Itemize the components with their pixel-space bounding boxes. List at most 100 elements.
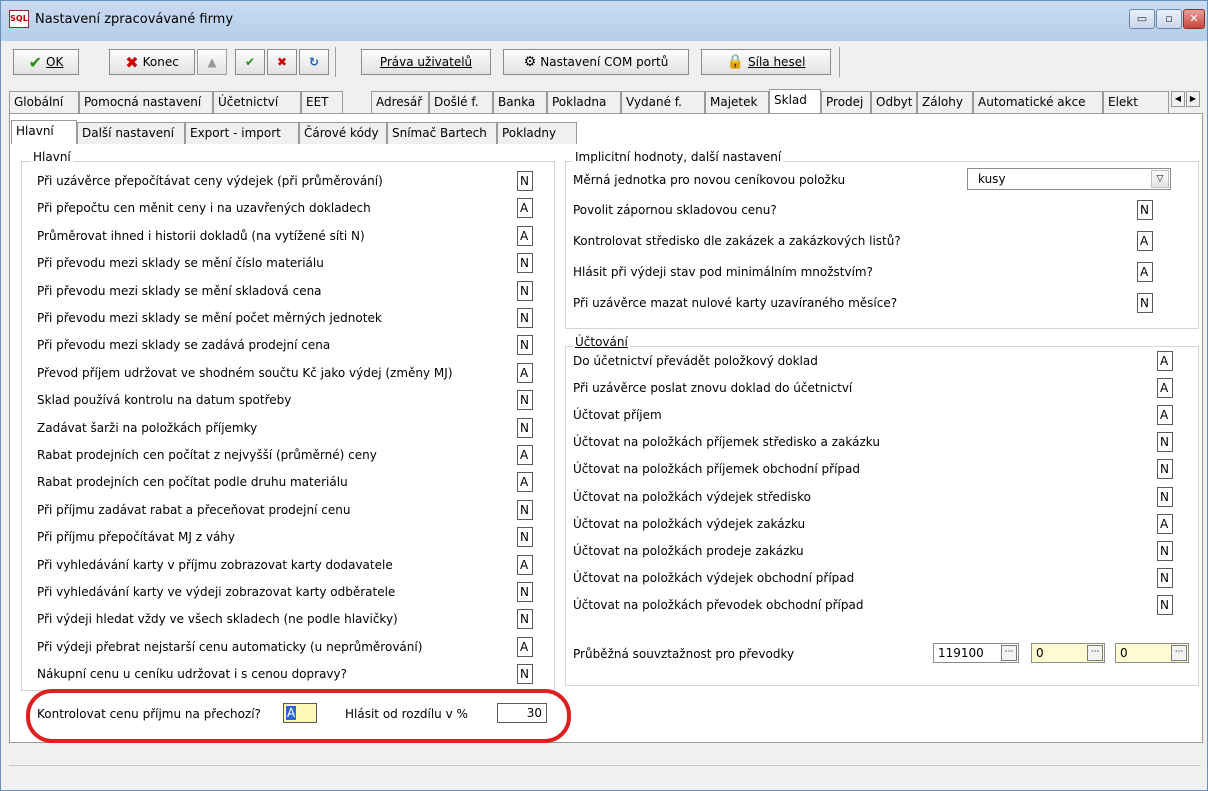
setting-value-field[interactable]: A bbox=[517, 472, 533, 493]
setting-label: Při příjmu přepočítávat MJ z váhy bbox=[37, 530, 236, 545]
ellipsis-icon[interactable]: ··· bbox=[1001, 645, 1017, 661]
setting-label: Při výdeji přebrat nejstarší cenu automa… bbox=[37, 639, 423, 654]
tab-banka[interactable]: Banka bbox=[493, 91, 547, 113]
prubezna-field-1[interactable]: 119100 ··· bbox=[933, 643, 1019, 663]
setting-value-field[interactable]: N bbox=[1157, 459, 1173, 480]
setting-value-field[interactable]: N bbox=[1157, 432, 1173, 453]
subtab-dalsi-nastaveni[interactable]: Další nastavení bbox=[77, 122, 185, 144]
prubezna-field-2[interactable]: 0 ··· bbox=[1031, 643, 1105, 663]
tab-pokladna[interactable]: Pokladna bbox=[547, 91, 621, 113]
setting-value-field[interactable]: N bbox=[517, 335, 533, 356]
setting-label: Převod příjem udržovat ve shodném součtu… bbox=[37, 365, 453, 380]
tab-elekt[interactable]: Elekt bbox=[1103, 91, 1169, 113]
prubezna-field-3[interactable]: 0 ··· bbox=[1115, 643, 1189, 663]
kontrolovat-value: A bbox=[286, 706, 297, 720]
tab-zalohy[interactable]: Zálohy bbox=[917, 91, 973, 113]
setting-value-field[interactable]: N bbox=[1157, 540, 1173, 561]
setting-label: Při převodu mezi sklady se mění číslo ma… bbox=[37, 256, 324, 271]
setting-value-field[interactable]: A bbox=[1137, 262, 1153, 282]
setting-value-field[interactable]: A bbox=[1157, 405, 1173, 426]
kontrolovat-label: Kontrolovat cenu příjmu na přechozí? bbox=[37, 707, 261, 721]
com-ports-button[interactable]: ⚙ Nastavení COM portů bbox=[503, 49, 689, 75]
setting-value-field[interactable]: N bbox=[517, 499, 533, 520]
merna-jednotka-select[interactable]: kusy ▽ bbox=[967, 168, 1171, 190]
setting-label: Při vyhledávání karty ve výdeji zobrazov… bbox=[37, 585, 396, 599]
setting-label: Zadávat šarži na položkách příjemky bbox=[37, 420, 258, 435]
confirm-button[interactable]: ✔ bbox=[235, 49, 265, 75]
setting-value-field[interactable]: N bbox=[517, 171, 533, 191]
tab-vydane-f[interactable]: Vydané f. bbox=[621, 91, 705, 113]
maximize-button[interactable]: ▫ bbox=[1156, 9, 1182, 29]
setting-value-field[interactable]: N bbox=[517, 390, 533, 411]
setting-value-field[interactable]: N bbox=[517, 609, 533, 630]
setting-value-field[interactable]: N bbox=[517, 664, 533, 685]
setting-value-field[interactable]: N bbox=[517, 417, 533, 438]
tabs-scroll-right-icon[interactable]: ▶ bbox=[1186, 91, 1200, 107]
setting-value-field[interactable]: N bbox=[1157, 594, 1173, 615]
setting-value-field[interactable]: A bbox=[517, 554, 533, 575]
move-up-button[interactable]: ▲ bbox=[197, 49, 227, 75]
setting-value-field[interactable]: N bbox=[517, 582, 533, 602]
setting-value-field[interactable]: N bbox=[1137, 200, 1153, 220]
subtab-pokladny[interactable]: Pokladny bbox=[497, 122, 577, 144]
tab-dosle-f[interactable]: Došlé f. bbox=[429, 91, 493, 113]
subtab-hlavni[interactable]: Hlavní bbox=[11, 120, 77, 144]
setting-value-field[interactable]: N bbox=[1157, 567, 1173, 588]
tab-adresar[interactable]: Adresář bbox=[371, 91, 429, 113]
close-button[interactable]: ✕ bbox=[1183, 9, 1205, 29]
app-logo-icon: SQL bbox=[9, 10, 29, 28]
tab-globalni[interactable]: Globální bbox=[9, 91, 79, 113]
tab-sklad[interactable]: Sklad bbox=[769, 89, 821, 113]
title-bar[interactable]: SQL Nastavení zpracovávané firmy ▭ ▫ ✕ bbox=[1, 1, 1207, 41]
setting-label: Při uzávěrce mazat nulové karty uzavíran… bbox=[573, 296, 898, 310]
konec-label: Konec bbox=[142, 55, 179, 69]
ellipsis-icon[interactable]: ··· bbox=[1087, 645, 1103, 661]
setting-value-field[interactable]: N bbox=[517, 280, 533, 301]
subtab-snimac-bartech[interactable]: Snímač Bartech bbox=[387, 122, 497, 144]
ok-button[interactable]: ✔ OK bbox=[13, 49, 79, 75]
setting-value-field[interactable]: A bbox=[1157, 378, 1173, 399]
tab-ucetnictvi[interactable]: Účetnictví bbox=[213, 91, 301, 113]
setting-label: Povolit zápornou skladovou cenu? bbox=[573, 203, 777, 217]
konec-button[interactable]: ✖ Konec bbox=[109, 49, 195, 75]
toolbar-separator bbox=[335, 47, 336, 77]
setting-value-field[interactable]: A bbox=[517, 636, 533, 657]
minimize-button[interactable]: ▭ bbox=[1129, 9, 1155, 29]
ellipsis-icon[interactable]: ··· bbox=[1171, 645, 1187, 661]
setting-value-field[interactable]: A bbox=[517, 198, 533, 219]
lock-icon: 🔒 bbox=[726, 54, 744, 70]
setting-value-field[interactable]: N bbox=[517, 253, 533, 274]
setting-label: Sklad používá kontrolu na datum spotřeby bbox=[37, 393, 292, 408]
tab-pomocna-nastaveni[interactable]: Pomocná nastavení bbox=[79, 91, 213, 113]
tab-majetek[interactable]: Majetek bbox=[705, 91, 769, 113]
setting-value-field[interactable]: A bbox=[517, 225, 533, 246]
chevron-down-icon[interactable]: ▽ bbox=[1151, 170, 1169, 188]
sila-label: Síla hesel bbox=[748, 55, 806, 69]
setting-value-field[interactable]: N bbox=[1137, 293, 1153, 313]
tab-prodej[interactable]: Prodej bbox=[821, 91, 871, 113]
kontrolovat-field[interactable]: A bbox=[283, 703, 317, 723]
tab-automaticke-akce[interactable]: Automatické akce bbox=[973, 91, 1103, 113]
setting-value-field[interactable]: N bbox=[517, 527, 533, 548]
setting-value-field[interactable]: A bbox=[1157, 513, 1173, 534]
tab-eet[interactable]: EET bbox=[301, 91, 343, 113]
tab-odbyt[interactable]: Odbyt bbox=[871, 91, 917, 113]
cancel-button[interactable]: ✖ bbox=[267, 49, 297, 75]
setting-label: Do účetnictví převádět položkový doklad bbox=[573, 354, 818, 368]
prava-label: Práva uživatelů bbox=[379, 55, 473, 69]
tabs-scroll-left-icon[interactable]: ◀ bbox=[1171, 91, 1185, 107]
prubezna-value-2: 0 bbox=[1036, 646, 1044, 660]
refresh-button[interactable]: ↻ bbox=[299, 49, 329, 75]
subtab-export-import[interactable]: Export - import bbox=[185, 122, 299, 144]
setting-value-field[interactable]: A bbox=[517, 362, 533, 383]
hlasit-field[interactable]: 30 bbox=[497, 703, 547, 723]
setting-label: Hlásit při výdeji stav pod minimálním mn… bbox=[573, 265, 873, 279]
subtab-carove-kody[interactable]: Čárové kódy bbox=[299, 122, 387, 144]
setting-value-field[interactable]: A bbox=[1137, 231, 1153, 251]
setting-value-field[interactable]: N bbox=[517, 308, 533, 328]
setting-value-field[interactable]: A bbox=[1157, 351, 1173, 371]
setting-value-field[interactable]: N bbox=[1157, 486, 1173, 507]
prava-uzivatelu-button[interactable]: Práva uživatelů bbox=[361, 49, 491, 75]
sila-hesel-button[interactable]: 🔒 Síla hesel bbox=[701, 49, 831, 75]
setting-value-field[interactable]: A bbox=[517, 445, 533, 465]
